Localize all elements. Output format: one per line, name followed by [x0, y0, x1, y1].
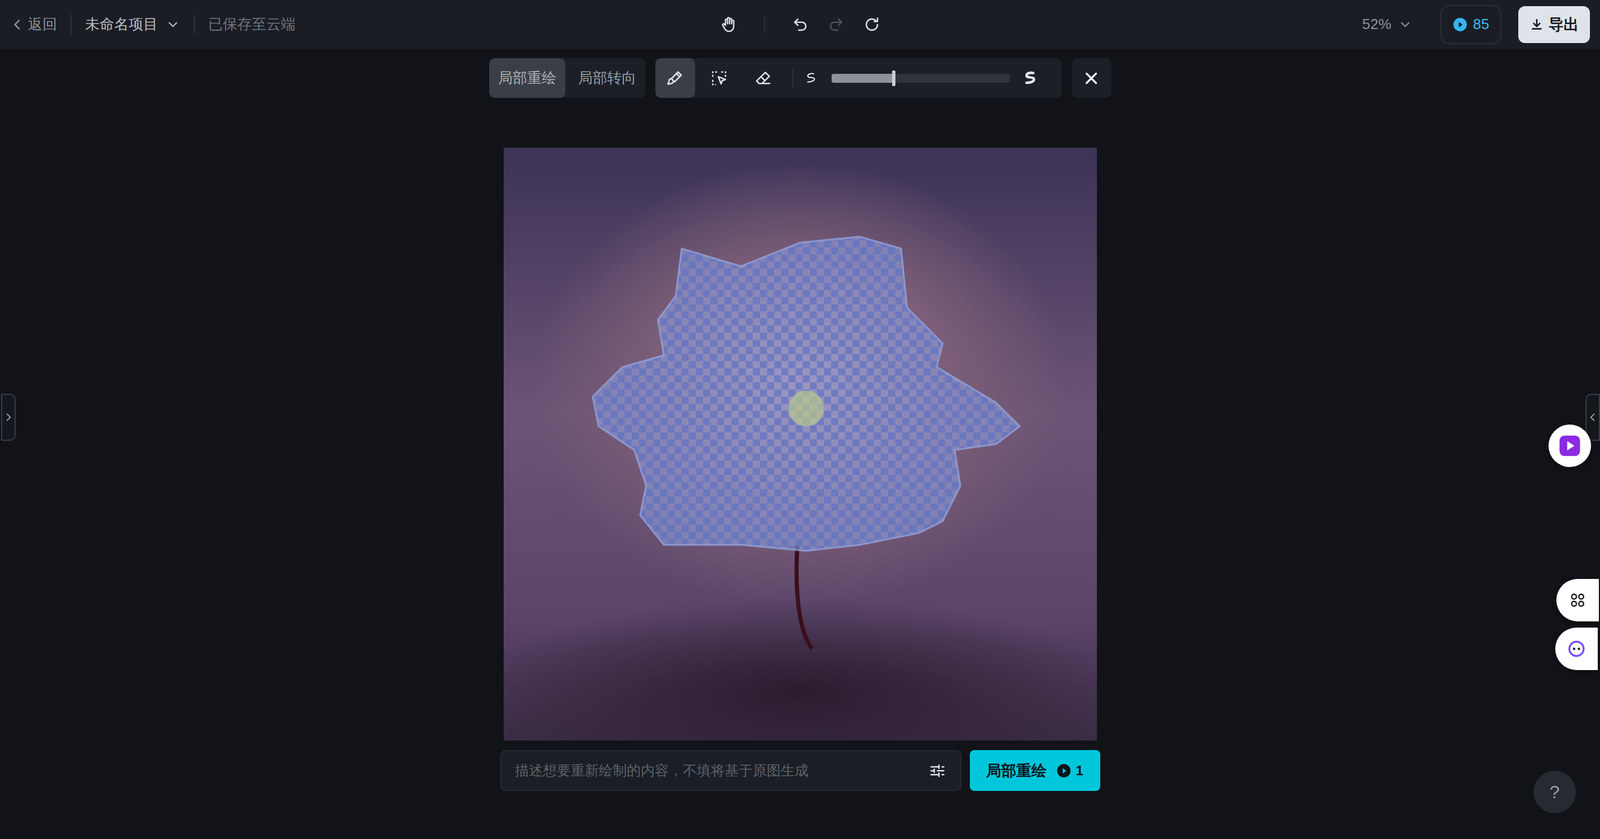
top-bar: 返回 未命名项目 已保存至云端 52% 85 导出 [0, 0, 1600, 49]
hand-tool-button[interactable] [719, 15, 739, 35]
eraser-tool-button[interactable] [743, 58, 784, 98]
inpaint-submit-button[interactable]: 局部重绘 1 [969, 750, 1101, 792]
slider-thumb[interactable] [892, 70, 896, 87]
export-button[interactable]: 导出 [1518, 6, 1590, 44]
apps-icon [1568, 590, 1588, 611]
reset-button[interactable] [862, 15, 882, 35]
canvas-image[interactable] [503, 147, 1097, 741]
zoom-dropdown[interactable]: 52% [1362, 15, 1413, 34]
redo-icon [826, 15, 846, 35]
credit-coin-icon [1056, 763, 1072, 779]
assistant-button[interactable] [1555, 627, 1598, 671]
divider [792, 68, 794, 88]
video-shortcut-button[interactable] [1548, 424, 1592, 468]
chevron-left-icon [1587, 411, 1599, 424]
mode-tabs: 局部重绘局部转向 [489, 58, 646, 98]
divider [763, 16, 766, 34]
mode-tab[interactable]: 局部转向 [569, 58, 646, 98]
hand-icon [719, 15, 739, 35]
download-icon [1529, 17, 1545, 32]
brush-tools [655, 58, 1062, 98]
brush-icon [665, 68, 685, 88]
credits-badge[interactable]: 85 [1440, 5, 1502, 45]
chevron-right-icon [2, 411, 14, 424]
play-icon [1557, 433, 1583, 459]
brush-size-slider[interactable] [831, 73, 1011, 83]
prompt-bar: 描述想要重新绘制的内容，不填将基于原图生成 局部重绘 1 [500, 750, 1101, 792]
assistant-face-icon [1566, 639, 1587, 659]
divider [70, 14, 72, 35]
close-button[interactable] [1071, 58, 1112, 98]
refresh-icon [862, 15, 882, 35]
settings-sliders-icon[interactable] [927, 761, 947, 781]
smart-select-icon [709, 68, 729, 88]
chevron-down-icon [1397, 17, 1413, 32]
divider [193, 14, 195, 35]
canvas-area: 局部重绘局部转向 描述想要重新绘制的内容，不填将基于原图生成 局部重绘 1 [0, 48, 1600, 839]
eraser-icon [753, 68, 773, 88]
prompt-input[interactable]: 描述想要重新绘制的内容，不填将基于原图生成 [500, 750, 962, 792]
select-tool-button[interactable] [699, 58, 740, 98]
editor-page: 返回 未命名项目 已保存至云端 52% 85 导出 局部重绘局部转向 描述想要重… [0, 0, 1600, 839]
small-brush-icon [802, 69, 821, 88]
save-status: 已保存至云端 [208, 14, 296, 35]
brush-tool-button[interactable] [655, 58, 696, 98]
back-button[interactable]: 返回 [10, 14, 58, 35]
large-brush-icon [1021, 69, 1040, 88]
undo-icon [790, 15, 810, 35]
left-panel-toggle[interactable] [1, 393, 16, 441]
redo-button[interactable] [826, 15, 846, 35]
project-name-dropdown[interactable]: 未命名项目 [85, 14, 181, 35]
help-button[interactable]: ? [1533, 771, 1576, 814]
mode-tab[interactable]: 局部重绘 [489, 58, 566, 98]
mask-overlay [503, 147, 1097, 741]
apps-button[interactable] [1556, 579, 1599, 622]
close-icon [1081, 68, 1101, 88]
slider-fill [831, 73, 895, 83]
chevron-down-icon [165, 17, 181, 32]
chevron-left-icon [10, 17, 25, 32]
inpaint-toolbar: 局部重绘局部转向 [489, 58, 1112, 98]
credit-coin-icon [1452, 17, 1468, 32]
undo-button[interactable] [790, 15, 810, 35]
